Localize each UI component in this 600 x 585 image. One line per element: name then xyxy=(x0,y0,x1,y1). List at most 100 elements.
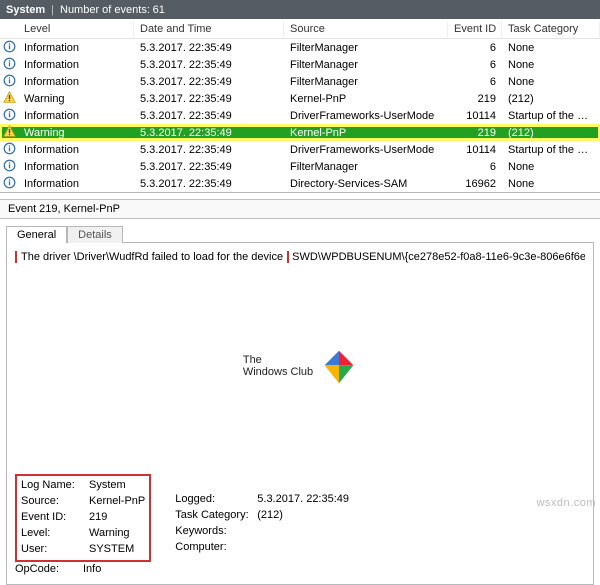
detail-title: Event 219, Kernel-PnP xyxy=(0,199,600,219)
v-event-id: 219 xyxy=(89,511,107,523)
cell-task: None xyxy=(502,177,600,191)
cell-source: FilterManager xyxy=(284,58,448,72)
cell-task: (212) xyxy=(502,92,600,106)
info-icon xyxy=(2,175,16,189)
table-row[interactable]: Information5.3.2017. 22:35:49DriverFrame… xyxy=(0,141,600,158)
cell-level: Information xyxy=(18,177,134,191)
props-left: Log Name:System Source:Kernel-PnP Event … xyxy=(15,474,151,578)
table-row[interactable]: Warning5.3.2017. 22:35:49Kernel-PnP219(2… xyxy=(0,124,600,141)
v-user: SYSTEM xyxy=(89,543,134,555)
table-row[interactable]: Information5.3.2017. 22:35:49DriverFrame… xyxy=(0,107,600,124)
detail-tabs: General Details The driver \Driver\WudfR… xyxy=(0,219,600,585)
tab-panel-general: The driver \Driver\WudfRd failed to load… xyxy=(6,242,594,585)
cell-source: Kernel-PnP xyxy=(284,92,448,106)
cell-date: 5.3.2017. 22:35:49 xyxy=(134,92,284,106)
table-row[interactable]: Warning5.3.2017. 22:35:49Kernel-PnP219(2… xyxy=(0,90,600,107)
k-task: Task Category: xyxy=(175,508,257,524)
cell-source: FilterManager xyxy=(284,41,448,55)
cell-task: None xyxy=(502,58,600,72)
cell-event-id: 10114 xyxy=(448,143,502,157)
cell-event-id: 16962 xyxy=(448,177,502,191)
table-row[interactable]: Information5.3.2017. 22:35:49FilterManag… xyxy=(0,56,600,73)
table-row[interactable]: Information5.3.2017. 22:35:49FilterManag… xyxy=(0,73,600,90)
cell-task: None xyxy=(502,160,600,174)
cell-date: 5.3.2017. 22:35:49 xyxy=(134,41,284,55)
cell-date: 5.3.2017. 22:35:49 xyxy=(134,143,284,157)
cell-source: FilterManager xyxy=(284,75,448,89)
list-header: System | Number of events: 61 xyxy=(0,0,600,19)
info-icon xyxy=(2,39,16,53)
tab-general[interactable]: General xyxy=(6,226,67,243)
cell-level: Information xyxy=(18,143,134,157)
cell-level: Information xyxy=(18,109,134,123)
cell-level: Information xyxy=(18,58,134,72)
k-user: User: xyxy=(21,542,89,558)
v-task: (212) xyxy=(257,509,283,521)
cell-level: Information xyxy=(18,75,134,89)
logo-line-1: The xyxy=(243,355,313,367)
k-source: Source: xyxy=(21,494,89,510)
cell-task: Startup of the UM... xyxy=(502,109,600,123)
event-properties: Log Name:System Source:Kernel-PnP Event … xyxy=(15,470,585,578)
cell-task: (212) xyxy=(502,126,600,140)
cell-date: 5.3.2017. 22:35:49 xyxy=(134,126,284,140)
table-row[interactable]: Information5.3.2017. 22:35:49FilterManag… xyxy=(0,39,600,56)
k-level: Level: xyxy=(21,526,89,542)
cell-source: DriverFrameworks-UserMode xyxy=(284,109,448,123)
info-icon xyxy=(2,141,16,155)
col-date[interactable]: Date and Time xyxy=(134,21,284,37)
info-icon xyxy=(2,107,16,121)
col-level[interactable]: Level xyxy=(18,21,134,37)
cell-event-id: 219 xyxy=(448,126,502,140)
info-icon xyxy=(2,73,16,87)
cell-event-id: 10114 xyxy=(448,109,502,123)
event-message-highlight: The driver \Driver\WudfRd failed to load… xyxy=(15,251,289,263)
col-source[interactable]: Source xyxy=(284,21,448,37)
event-message: The driver \Driver\WudfRd failed to load… xyxy=(15,251,585,263)
column-headers[interactable]: Level Date and Time Source Event ID Task… xyxy=(0,19,600,39)
warning-icon xyxy=(2,90,16,104)
tab-details[interactable]: Details xyxy=(67,226,123,243)
source-watermark: wsxdn.com xyxy=(536,497,596,509)
logo-line-2: Windows Club xyxy=(243,367,313,379)
cell-event-id: 6 xyxy=(448,41,502,55)
v-source: Kernel-PnP xyxy=(89,495,145,507)
props-highlight-box: Log Name:System Source:Kernel-PnP Event … xyxy=(15,474,151,562)
v-opcode: Info xyxy=(83,563,101,575)
cell-event-id: 6 xyxy=(448,160,502,174)
event-count-label: Number of events: xyxy=(60,4,150,16)
table-row[interactable]: Information5.3.2017. 22:35:49Directory-S… xyxy=(0,175,600,192)
table-row[interactable]: Information5.3.2017. 22:35:49FilterManag… xyxy=(0,158,600,175)
log-title: System xyxy=(6,4,45,16)
cell-date: 5.3.2017. 22:35:49 xyxy=(134,160,284,174)
cell-event-id: 219 xyxy=(448,92,502,106)
cell-task: Startup of the UM... xyxy=(502,143,600,157)
logo-icon xyxy=(321,349,357,385)
warning-icon xyxy=(2,124,16,138)
props-right: Logged:5.3.2017. 22:35:49 Task Category:… xyxy=(175,492,349,578)
k-log-name: Log Name: xyxy=(21,478,89,494)
event-message-tail: SWD\WPDBUSENUM\{ce278e52-f0a8-11e6-9c3e-… xyxy=(289,251,585,263)
k-opcode: OpCode: xyxy=(15,562,83,578)
cell-task: None xyxy=(502,75,600,89)
cell-date: 5.3.2017. 22:35:49 xyxy=(134,177,284,191)
info-icon xyxy=(2,56,16,70)
event-list[interactable]: Level Date and Time Source Event ID Task… xyxy=(0,19,600,193)
watermark-logo: The Windows Club xyxy=(15,263,585,470)
cell-level: Warning xyxy=(18,126,134,140)
cell-source: Directory-Services-SAM xyxy=(284,177,448,191)
cell-level: Information xyxy=(18,41,134,55)
k-logged: Logged: xyxy=(175,492,257,508)
col-task-category[interactable]: Task Category xyxy=(502,21,600,37)
cell-source: Kernel-PnP xyxy=(284,126,448,140)
col-event-id[interactable]: Event ID xyxy=(448,21,502,37)
cell-event-id: 6 xyxy=(448,75,502,89)
cell-source: DriverFrameworks-UserMode xyxy=(284,143,448,157)
cell-event-id: 6 xyxy=(448,58,502,72)
cell-level: Information xyxy=(18,160,134,174)
event-count-value: 61 xyxy=(153,4,165,16)
cell-source: FilterManager xyxy=(284,160,448,174)
event-viewer-pane: System | Number of events: 61 Level Date… xyxy=(0,0,600,585)
cell-date: 5.3.2017. 22:35:49 xyxy=(134,75,284,89)
v-level: Warning xyxy=(89,527,130,539)
